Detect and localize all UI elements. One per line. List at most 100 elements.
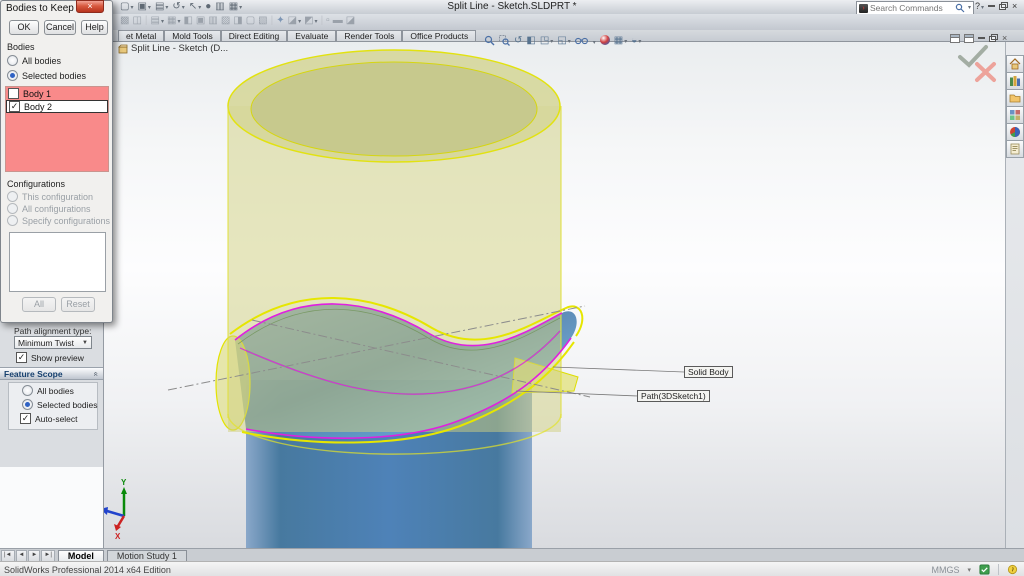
this-configuration-option[interactable]: This configuration <box>7 191 93 202</box>
zoom-area-icon[interactable] <box>499 35 510 46</box>
show-preview-checkbox[interactable]: ✓ <box>16 352 27 363</box>
pane-split-icon[interactable] <box>950 34 960 43</box>
search-input[interactable] <box>870 3 953 13</box>
selected-bodies-radio[interactable] <box>7 70 18 81</box>
units-indicator[interactable]: MMGS <box>931 565 959 575</box>
doc-minimize-button[interactable] <box>978 37 985 39</box>
toolbar-icon[interactable]: ◨ <box>233 15 242 26</box>
select-icon[interactable]: ↖ <box>189 1 201 14</box>
undo-icon[interactable]: ↺ <box>172 1 184 14</box>
all-configurations-radio[interactable] <box>7 203 18 214</box>
edit-appearance-icon[interactable] <box>600 35 610 45</box>
all-bodies-radio[interactable] <box>7 55 18 66</box>
toolbar-icon[interactable]: ✦ <box>276 15 284 26</box>
callout-solid-body[interactable]: Solid Body <box>684 366 733 378</box>
specify-configurations-option[interactable]: Specify configurations <box>7 215 110 226</box>
toolbar-icon[interactable]: ▤ <box>151 15 164 26</box>
body2-checkbox[interactable]: ✓ <box>9 101 20 112</box>
dialog-close-button[interactable]: × <box>76 0 104 13</box>
view-settings-icon[interactable]: ◒ <box>631 35 641 46</box>
show-preview-option[interactable]: ✓ Show preview <box>16 352 84 363</box>
toolbar-icon[interactable]: ◫ <box>132 15 141 26</box>
pane-view-icon[interactable] <box>964 34 974 43</box>
toolbar-icon[interactable]: ▨ <box>221 15 230 26</box>
file-explorer-button[interactable] <box>1006 89 1024 107</box>
view-orientation-icon[interactable]: ◳ <box>540 35 553 46</box>
toolbar-icon[interactable]: ▧ <box>258 15 267 26</box>
tab-render-tools[interactable]: Render Tools <box>336 30 402 41</box>
apply-scene-icon[interactable]: ▦ <box>614 35 627 46</box>
view-palette-button[interactable] <box>1006 106 1024 124</box>
toolbar-icon[interactable]: ◪ <box>346 15 355 26</box>
new-document-icon[interactable]: ▢ <box>120 1 133 14</box>
zoom-fit-icon[interactable] <box>484 35 495 46</box>
previous-view-icon[interactable]: ↺ <box>514 35 522 46</box>
tab-office-products[interactable]: Office Products <box>402 30 476 41</box>
toolbar-icon[interactable]: ▥ <box>208 15 217 26</box>
specify-configurations-radio[interactable] <box>7 215 18 226</box>
search-options-icon[interactable] <box>967 2 971 14</box>
tab-sheet-metal[interactable]: et Metal <box>118 30 164 41</box>
hide-show-dropdown-icon[interactable] <box>592 31 596 49</box>
restore-button[interactable] <box>999 2 1008 10</box>
resources-home-button[interactable] <box>1006 55 1024 73</box>
toolbar-icon[interactable]: ◪ <box>288 15 301 26</box>
save-icon[interactable]: ▣ <box>137 1 150 14</box>
search-commands-box[interactable]: › <box>856 1 974 15</box>
fs-all-bodies-option[interactable]: All bodies <box>22 385 74 396</box>
feature-scope-header[interactable]: « Feature Scope <box>0 367 103 380</box>
hide-show-items-icon[interactable] <box>575 36 588 45</box>
display-style-icon[interactable]: ◱ <box>557 35 570 46</box>
toolbar-icon[interactable]: ▣ <box>196 15 205 26</box>
doc-close-button[interactable]: × <box>1002 33 1007 43</box>
graphics-viewport[interactable] <box>104 41 1005 548</box>
all-bodies-option[interactable]: All bodies <box>7 55 61 66</box>
toolbar-icon[interactable]: ▦ <box>167 15 180 26</box>
tab-direct-editing[interactable]: Direct Editing <box>221 30 288 41</box>
toolbar-icon[interactable]: ▬ <box>333 15 343 26</box>
close-button[interactable]: × <box>1012 1 1017 11</box>
collapse-icon[interactable]: « <box>92 372 102 377</box>
toolbar-icon[interactable]: ◩ <box>304 15 317 26</box>
fs-selected-bodies-radio[interactable] <box>22 399 33 410</box>
print-icon[interactable]: ▤ <box>155 1 168 14</box>
body-list-row-selected[interactable]: ✓ Body 2 <box>6 100 108 113</box>
fs-all-bodies-radio[interactable] <box>22 385 33 396</box>
help-icon[interactable]: ? <box>975 1 984 11</box>
help-button[interactable]: Help <box>81 20 108 35</box>
body-list-row[interactable]: Body 1 <box>6 87 108 100</box>
rebuild-icon[interactable]: ● <box>205 1 211 13</box>
all-configurations-option[interactable]: All configurations <box>7 203 91 214</box>
auto-select-checkbox[interactable]: ✓ <box>20 413 31 424</box>
quick-tips-icon[interactable] <box>1007 564 1018 575</box>
all-configurations-button[interactable]: All <box>22 297 56 312</box>
this-configuration-radio[interactable] <box>7 191 18 202</box>
units-dropdown-icon[interactable]: ▾ <box>967 566 971 574</box>
section-view-icon[interactable]: ◧ <box>526 35 535 46</box>
status-tag-icon[interactable] <box>979 564 990 575</box>
callout-path-sketch[interactable]: Path(3DSketch1) <box>637 390 710 402</box>
file-properties-icon[interactable]: ▥ <box>215 1 224 13</box>
options-icon[interactable]: ▦ <box>229 1 242 14</box>
configurations-list[interactable] <box>9 232 106 292</box>
feature-tree-header[interactable]: Split Line - Sketch (D... <box>118 43 228 54</box>
custom-properties-button[interactable] <box>1006 140 1024 158</box>
minimize-button[interactable] <box>988 5 995 7</box>
tab-mold-tools[interactable]: Mold Tools <box>164 30 220 41</box>
design-library-button[interactable] <box>1006 72 1024 90</box>
auto-select-option[interactable]: ✓ Auto-select <box>20 413 78 424</box>
search-icon[interactable] <box>955 3 965 13</box>
ok-button[interactable]: OK <box>9 20 39 35</box>
toolbar-icon[interactable]: ◧ <box>183 15 192 26</box>
selected-bodies-option[interactable]: Selected bodies <box>7 70 86 81</box>
doc-restore-button[interactable] <box>989 34 998 42</box>
fs-selected-bodies-option[interactable]: Selected bodies <box>22 399 98 410</box>
toolbar-icon[interactable]: ▢ <box>246 15 255 26</box>
cancel-button[interactable]: Cancel <box>44 20 76 35</box>
path-alignment-dropdown[interactable]: Minimum Twist ▼ <box>14 336 92 349</box>
tab-evaluate[interactable]: Evaluate <box>287 30 336 41</box>
toolbar-icon[interactable]: ▩ <box>120 15 129 26</box>
toolbar-icon[interactable]: ▫ <box>326 15 330 26</box>
body1-checkbox[interactable] <box>8 88 19 99</box>
appearances-button[interactable] <box>1006 123 1024 141</box>
